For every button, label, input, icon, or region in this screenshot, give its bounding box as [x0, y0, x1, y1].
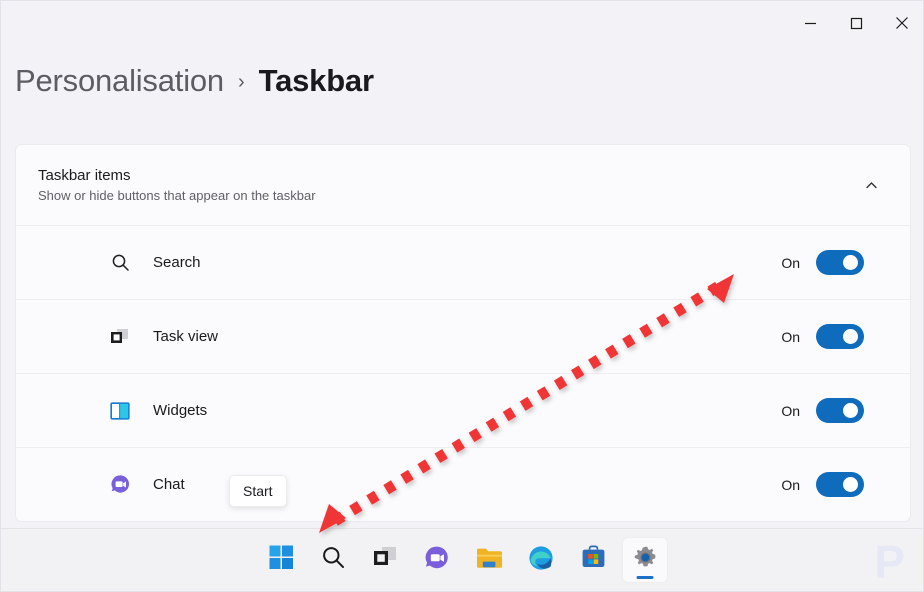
card-subtitle: Show or hide buttons that appear on the …: [38, 188, 316, 203]
store-icon: [581, 545, 606, 575]
taskview-icon: [373, 546, 398, 574]
taskbar-chat-button[interactable]: [415, 538, 459, 582]
breadcrumb-separator-icon: ›: [237, 70, 245, 93]
page-title: Taskbar: [258, 63, 374, 98]
card-title: Taskbar items: [38, 167, 131, 184]
taskbar-items-card: Taskbar items Show or hide buttons that …: [15, 144, 911, 522]
taskbar-items-header[interactable]: Taskbar items Show or hide buttons that …: [16, 145, 910, 225]
maximize-button[interactable]: [833, 1, 879, 45]
row-label: Search: [153, 254, 201, 271]
row-state-label: On: [781, 328, 800, 345]
chat-icon: [424, 545, 450, 576]
search-icon: [108, 251, 132, 275]
taskbar-search-button[interactable]: [311, 538, 355, 582]
search-toggle[interactable]: [816, 250, 864, 275]
taskview-icon: [108, 325, 132, 349]
toggle-knob: [843, 477, 858, 492]
taskbar-settings-button[interactable]: [623, 538, 667, 582]
taskbar-edge-button[interactable]: [519, 538, 563, 582]
breadcrumb: Personalisation › Taskbar: [15, 63, 374, 99]
settings-icon: [633, 545, 658, 575]
minimize-button[interactable]: [787, 1, 833, 45]
row-state-label: On: [781, 254, 800, 271]
windows-start-icon: [269, 545, 294, 575]
chevron-up-icon[interactable]: [854, 168, 888, 202]
toggle-knob: [843, 329, 858, 344]
card-header-text: Taskbar items Show or hide buttons that …: [38, 167, 854, 203]
taskbar-store-button[interactable]: [571, 538, 615, 582]
taskbar-task-view-button[interactable]: [363, 538, 407, 582]
start-tooltip: Start: [229, 475, 287, 507]
file-explorer-icon: [476, 546, 503, 575]
taskbar-item-row-chat[interactable]: Chat On: [16, 447, 910, 521]
taskbar-start-button[interactable]: [259, 538, 303, 582]
toggle-knob: [843, 255, 858, 270]
row-label: Widgets: [153, 402, 208, 419]
search-icon: [321, 545, 346, 575]
chat-icon: [108, 473, 132, 497]
close-button[interactable]: [879, 1, 923, 45]
taskbar-item-row-search[interactable]: Search On: [16, 225, 910, 299]
row-state-label: On: [781, 402, 800, 419]
edge-icon: [528, 545, 554, 576]
title-bar: [1, 1, 923, 45]
taskbar-item-row-widgets[interactable]: Widgets On: [16, 373, 910, 447]
settings-window: Personalisation › Taskbar Taskbar items …: [0, 0, 924, 592]
watermark: P: [874, 536, 905, 588]
taskbar-file-explorer-button[interactable]: [467, 538, 511, 582]
taskbar: [1, 528, 923, 591]
widgets-toggle[interactable]: [816, 398, 864, 423]
task-view-toggle[interactable]: [816, 324, 864, 349]
toggle-knob: [843, 403, 858, 418]
breadcrumb-parent[interactable]: Personalisation: [15, 63, 224, 99]
widgets-icon: [108, 399, 132, 423]
taskbar-item-row-task-view[interactable]: Task view On: [16, 299, 910, 373]
row-state-label: On: [781, 476, 800, 493]
row-label: Task view: [153, 328, 219, 345]
chat-toggle[interactable]: [816, 472, 864, 497]
